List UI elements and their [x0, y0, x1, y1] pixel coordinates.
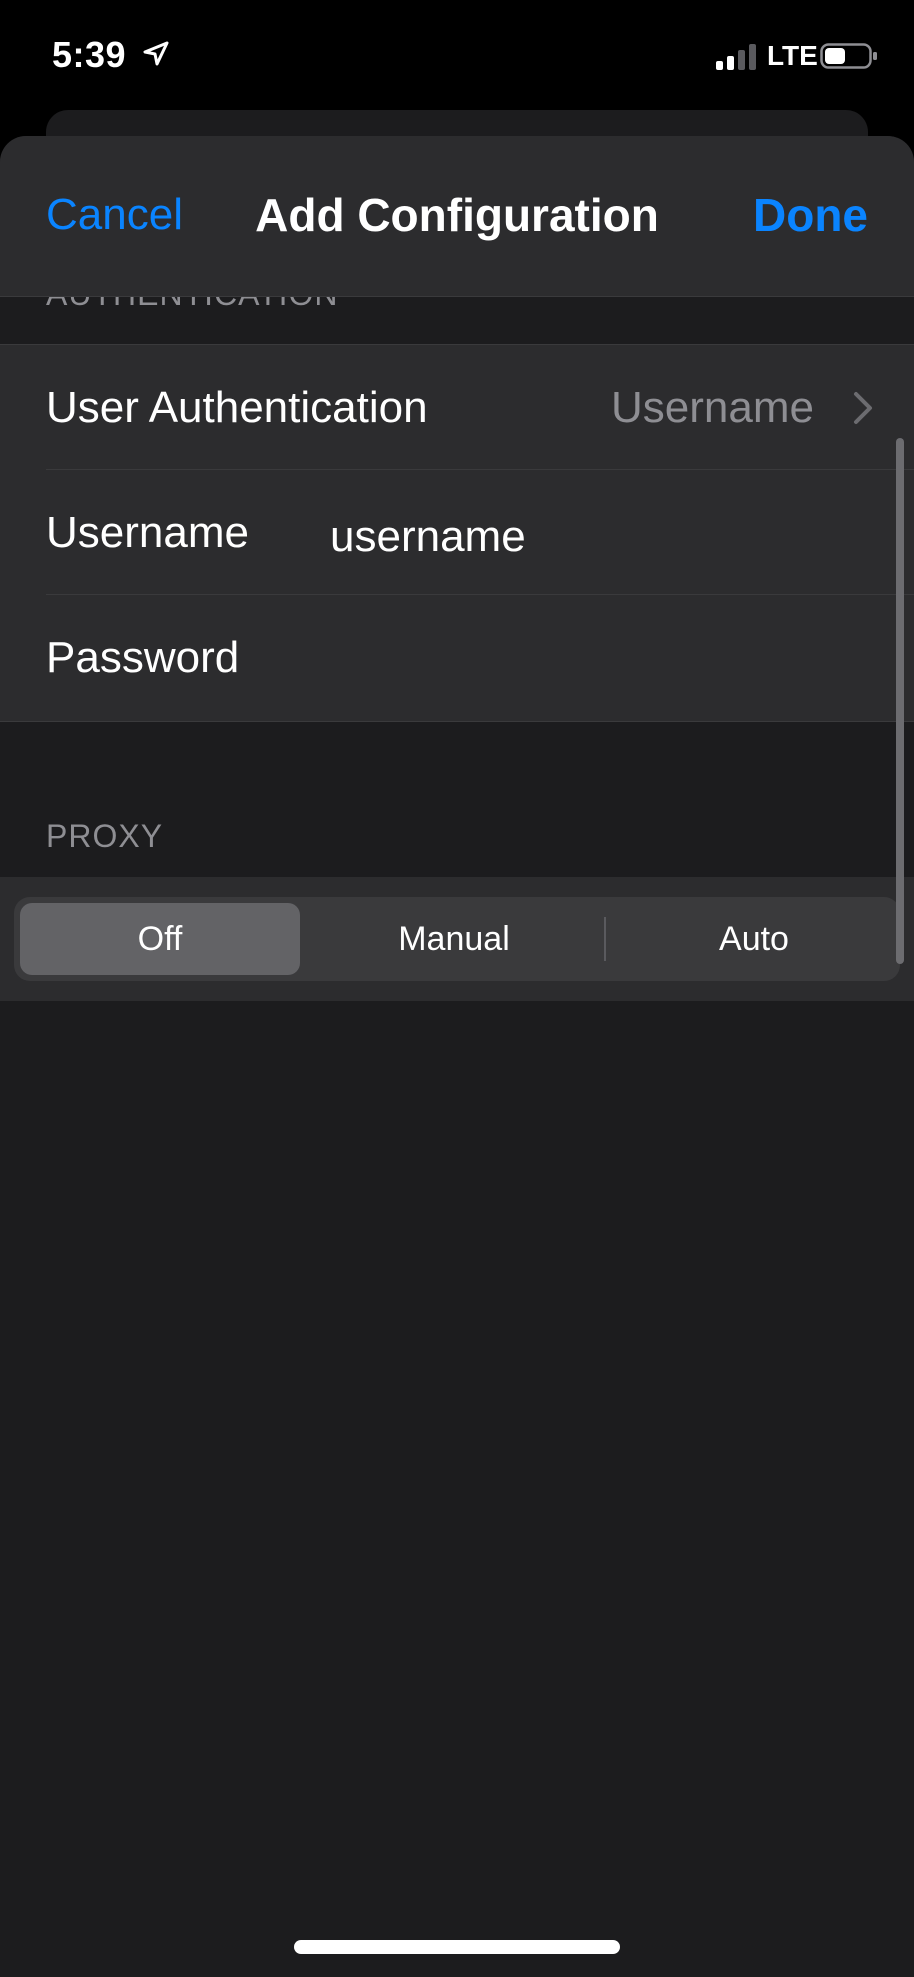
add-configuration-sheet: Cancel Add Configuration Done AUTHENTICA… [0, 136, 914, 1977]
navigation-bar: Cancel Add Configuration Done [0, 136, 914, 297]
username-row: Username username [0, 470, 914, 594]
user-authentication-row[interactable]: User Authentication Username [0, 345, 914, 469]
cellular-signal-icon [716, 44, 760, 70]
proxy-option-auto[interactable]: Auto [614, 903, 894, 975]
proxy-segmented-control: Off Manual Auto [14, 897, 900, 981]
password-row: Password [0, 595, 914, 719]
username-label: Username [46, 508, 249, 557]
battery-icon [820, 43, 878, 69]
scrollbar[interactable] [896, 438, 904, 964]
username-field[interactable]: username [330, 512, 526, 562]
proxy-option-manual[interactable]: Manual [314, 903, 594, 975]
status-time: 5:39 [52, 34, 127, 75]
chevron-right-icon [852, 391, 874, 425]
user-authentication-value: Username [611, 383, 814, 432]
done-button[interactable]: Done [753, 188, 868, 242]
proxy-row: Off Manual Auto [0, 877, 914, 1001]
user-authentication-label: User Authentication [46, 383, 428, 432]
proxy-section-header: PROXY [46, 818, 164, 854]
segment-divider [604, 917, 606, 961]
password-label: Password [46, 633, 240, 682]
home-indicator[interactable] [294, 1940, 620, 1954]
status-bar: 5:39 LTE [0, 0, 914, 110]
location-arrow-icon [142, 40, 170, 68]
proxy-option-off[interactable]: Off [20, 903, 300, 975]
authentication-group: User Authentication Username Username us… [0, 344, 914, 722]
password-field[interactable] [330, 633, 870, 683]
carrier-label: LTE [767, 40, 818, 71]
